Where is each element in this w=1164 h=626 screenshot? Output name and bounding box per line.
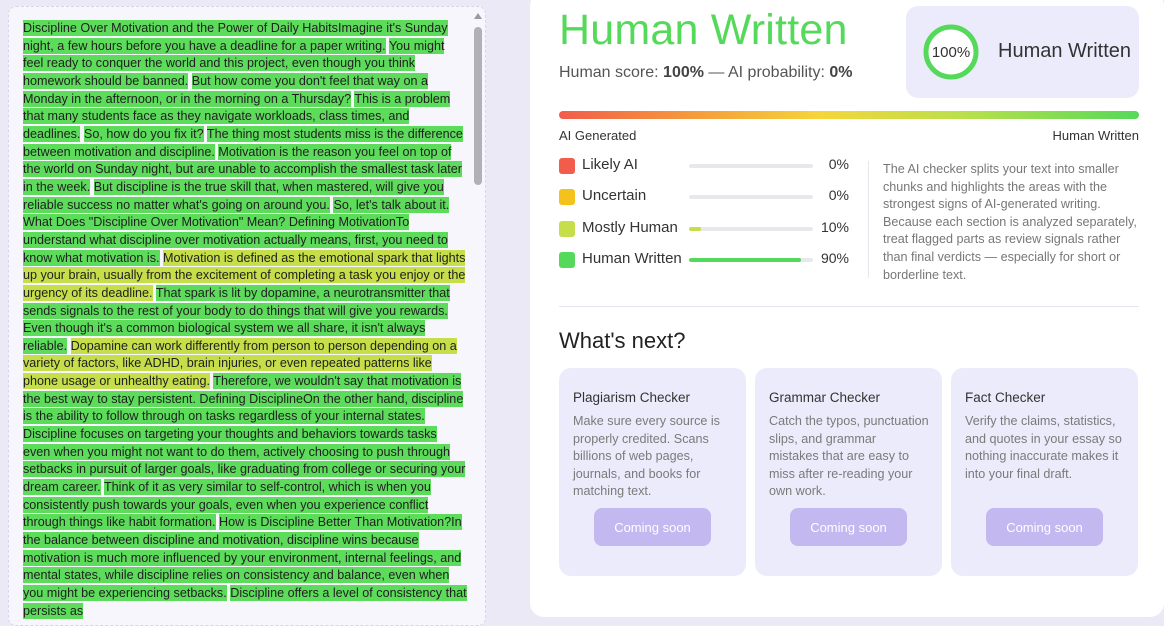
checker-explanation: The AI checker splits your text into sma…	[883, 162, 1137, 282]
scroll-up-arrow[interactable]	[474, 13, 482, 19]
category-bar-track	[689, 164, 813, 168]
human-highlight: Discipline Over Motivation and the Power…	[23, 20, 448, 54]
coming-soon-button[interactable]: Coming soon	[986, 508, 1103, 546]
category-label: Human Written	[582, 249, 682, 267]
category-percent: 90%	[820, 249, 849, 266]
card-description: Make sure every source is properly credi…	[573, 414, 720, 499]
category-row-human-written: Human Written 90%	[559, 248, 849, 279]
category-bar-track	[689, 195, 813, 200]
scale-left-label: AI Generated	[559, 128, 637, 143]
result-badge-card: 100% Human Written	[906, 6, 1139, 98]
human-written-swatch	[559, 251, 575, 268]
plagiarism-checker-card: Plagiarism Checker Make sure every sourc…	[559, 368, 746, 576]
card-description: Catch the typos, punctuation slips, and …	[769, 414, 929, 499]
score-prefix: Human score:	[559, 64, 664, 81]
likely-ai-swatch	[559, 158, 575, 174]
mostly-human-swatch	[559, 220, 575, 237]
fact-checker-card: Fact Checker Verify the claims, statisti…	[951, 368, 1138, 576]
card-description: Verify the claims, statistics, and quote…	[965, 414, 1122, 481]
results-panel: Human Written Human score: 100% — AI pro…	[530, 0, 1164, 617]
category-row-mostly-human: Mostly Human 10%	[559, 217, 849, 248]
grammar-checker-card: Grammar Checker Catch the typos, punctua…	[755, 368, 942, 576]
category-percent: 0%	[828, 156, 849, 172]
coming-soon-button[interactable]: Coming soon	[594, 508, 711, 546]
category-label: Likely AI	[582, 156, 638, 173]
score-ring-label: 100%	[931, 43, 971, 61]
category-bar-fill	[689, 257, 801, 262]
category-bar-track	[689, 226, 813, 231]
category-bar-track	[689, 257, 813, 262]
category-row-likely-ai: Likely AI 0%	[559, 154, 849, 185]
score-separator: — AI probability:	[703, 64, 830, 81]
card-title: Plagiarism Checker	[573, 390, 691, 405]
card-title: Grammar Checker	[769, 390, 881, 405]
section-divider	[559, 306, 1139, 307]
human-score-value: 100%	[663, 64, 704, 81]
category-breakdown: Likely AI 0% Uncertain 0% Mostly Human 1…	[559, 154, 849, 279]
verdict-title: Human Written	[559, 6, 848, 54]
vertical-divider	[868, 161, 869, 278]
ai-human-gradient-scale	[559, 111, 1139, 119]
whats-next-title: What's next?	[559, 328, 686, 353]
category-bar-fill	[689, 226, 702, 231]
category-label: Uncertain	[582, 187, 647, 205]
coming-soon-button[interactable]: Coming soon	[790, 508, 907, 546]
score-ring: 100%	[922, 23, 980, 81]
category-percent: 0%	[828, 187, 849, 204]
text-scrollbar[interactable]	[474, 27, 482, 185]
analyzed-text: Discipline Over Motivation and the Power…	[23, 20, 467, 620]
result-badge-label: Human Written	[998, 40, 1132, 62]
scale-right-label: Human Written	[1052, 128, 1139, 143]
score-summary: Human score: 100% — AI probability: 0%	[559, 64, 852, 82]
category-label: Mostly Human	[582, 218, 678, 236]
uncertain-swatch	[559, 189, 575, 206]
human-highlight: So, how do you fix it?	[83, 125, 204, 142]
analyzed-text-panel: Discipline Over Motivation and the Power…	[8, 6, 486, 626]
category-percent: 10%	[820, 218, 849, 235]
ai-probability-value: 0%	[829, 64, 853, 81]
card-title: Fact Checker	[965, 390, 1046, 405]
category-row-uncertain: Uncertain 0%	[559, 185, 849, 216]
